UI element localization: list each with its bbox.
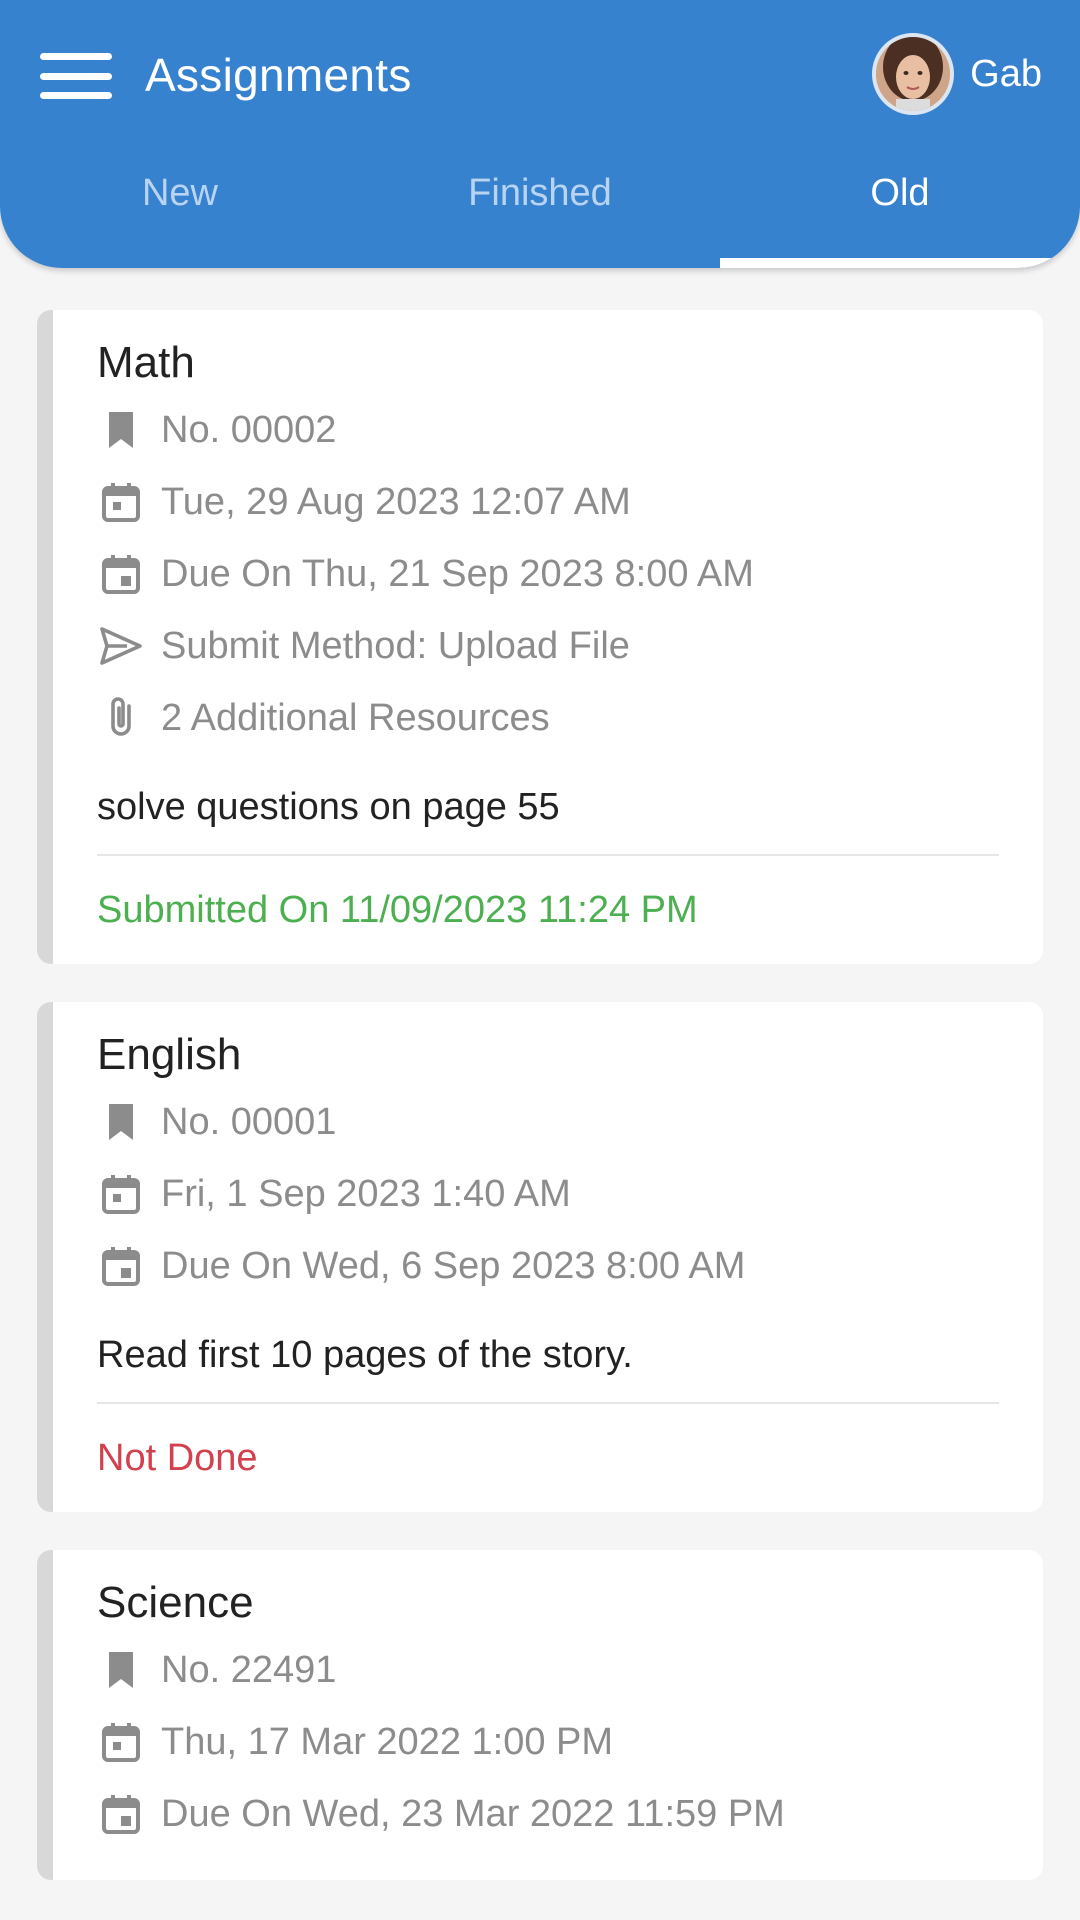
- calendar-event-icon: [102, 555, 140, 594]
- bookmark-icon: [109, 1652, 133, 1688]
- assignment-subject: Math: [97, 338, 195, 387]
- assignment-due-row: Due On Wed, 23 Mar 2022 11:59 PM: [97, 1778, 999, 1850]
- user-profile[interactable]: Gab: [872, 32, 1042, 116]
- assignment-submit-method: Submit Method: Upload File: [161, 624, 630, 667]
- app-bar: Assignments Gab New Finished Old: [0, 0, 1080, 268]
- active-tab-indicator: [720, 258, 1080, 268]
- paperclip-icon: [111, 697, 131, 736]
- assignment-created-row: Fri, 1 Sep 2023 1:40 AM: [97, 1158, 999, 1230]
- user-name: Gab: [970, 52, 1042, 95]
- avatar[interactable]: [872, 33, 955, 115]
- assignment-created-row: Tue, 29 Aug 2023 12:07 AM: [97, 466, 999, 538]
- assignment-due: Due On Wed, 23 Mar 2022 11:59 PM: [161, 1792, 785, 1835]
- assignment-due: Due On Wed, 6 Sep 2023 8:00 AM: [161, 1244, 746, 1287]
- assignment-submit-method-row: Submit Method: Upload File: [97, 610, 999, 682]
- assignment-description: solve questions on page 55: [97, 786, 560, 828]
- assignment-list: Math No. 00002 Tue, 29 Aug 2023 12:07 AM…: [37, 310, 1043, 1918]
- assignment-due-row: Due On Wed, 6 Sep 2023 8:00 AM: [97, 1230, 999, 1302]
- assignment-created: Thu, 17 Mar 2022 1:00 PM: [161, 1720, 614, 1763]
- bookmark-icon: [109, 412, 133, 448]
- assignment-status: Submitted On 11/09/2023 11:24 PM: [97, 889, 698, 931]
- calendar-event-icon: [102, 1247, 140, 1286]
- calendar-icon: [102, 483, 140, 522]
- send-icon: [100, 627, 142, 665]
- assignment-created-row: Thu, 17 Mar 2022 1:00 PM: [97, 1706, 999, 1778]
- assignment-subject: English: [97, 1030, 242, 1079]
- hamburger-menu-icon[interactable]: [40, 53, 112, 99]
- assignment-resources: 2 Additional Resources: [161, 696, 550, 739]
- assignment-subject: Science: [97, 1578, 254, 1627]
- assignment-number-row: No. 22491: [97, 1634, 999, 1706]
- tab-bar: New Finished Old: [0, 152, 1080, 268]
- assignment-card[interactable]: English No. 00001 Fri, 1 Sep 2023 1:40 A…: [37, 1002, 1043, 1512]
- assignment-description: Read first 10 pages of the story.: [97, 1334, 633, 1376]
- assignment-card[interactable]: Science No. 22491 Thu, 17 Mar 2022 1:00 …: [37, 1550, 1043, 1880]
- tab-old[interactable]: Old: [720, 152, 1080, 268]
- assignment-created: Tue, 29 Aug 2023 12:07 AM: [161, 480, 631, 523]
- assignment-resources-row[interactable]: 2 Additional Resources: [97, 682, 999, 754]
- assignment-number-row: No. 00002: [97, 394, 999, 466]
- assignment-due-row: Due On Thu, 21 Sep 2023 8:00 AM: [97, 538, 999, 610]
- assignment-number: No. 00001: [161, 1100, 337, 1143]
- tab-new[interactable]: New: [0, 152, 360, 268]
- assignment-card[interactable]: Math No. 00002 Tue, 29 Aug 2023 12:07 AM…: [37, 310, 1043, 964]
- calendar-icon: [102, 1723, 140, 1762]
- assignment-number: No. 22491: [161, 1648, 337, 1691]
- assignment-created: Fri, 1 Sep 2023 1:40 AM: [161, 1172, 571, 1215]
- assignment-number-row: No. 00001: [97, 1086, 999, 1158]
- bookmark-icon: [109, 1104, 133, 1140]
- assignment-status: Not Done: [97, 1437, 258, 1479]
- assignment-due: Due On Thu, 21 Sep 2023 8:00 AM: [161, 552, 754, 595]
- calendar-icon: [102, 1175, 140, 1214]
- assignment-number: No. 00002: [161, 408, 337, 451]
- calendar-event-icon: [102, 1795, 140, 1834]
- tab-finished[interactable]: Finished: [360, 152, 720, 268]
- page-title: Assignments: [145, 49, 412, 101]
